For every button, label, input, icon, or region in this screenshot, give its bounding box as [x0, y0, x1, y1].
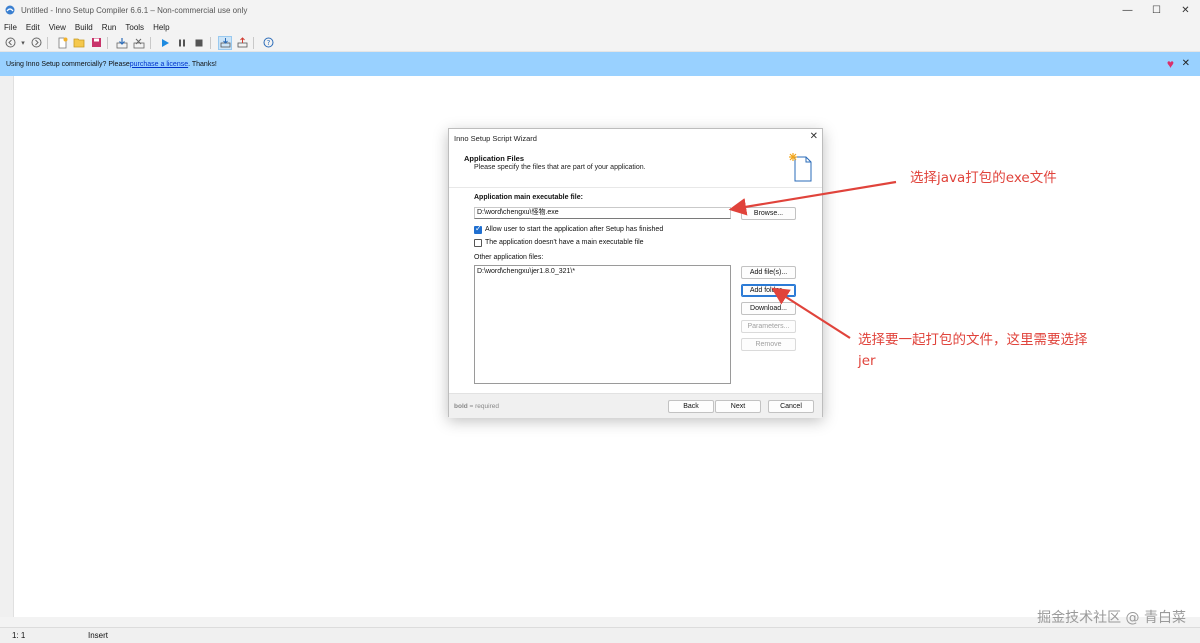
- exe-annotation: 选择java打包的exe文件: [910, 170, 1057, 186]
- inno-setup-window: Untitled - Inno Setup Compiler 6.6.1 – N…: [0, 0, 1200, 643]
- watermark: 掘金技术社区 @ 青白菜: [1037, 610, 1186, 626]
- annotation-arrows: [728, 180, 897, 339]
- folder-annotation-line1: 选择要一起打包的文件，这里需要选择: [858, 332, 1088, 348]
- folder-annotation-line2: jer: [858, 353, 876, 369]
- folder-arrow: [771, 287, 851, 339]
- exe-arrow: [728, 180, 897, 216]
